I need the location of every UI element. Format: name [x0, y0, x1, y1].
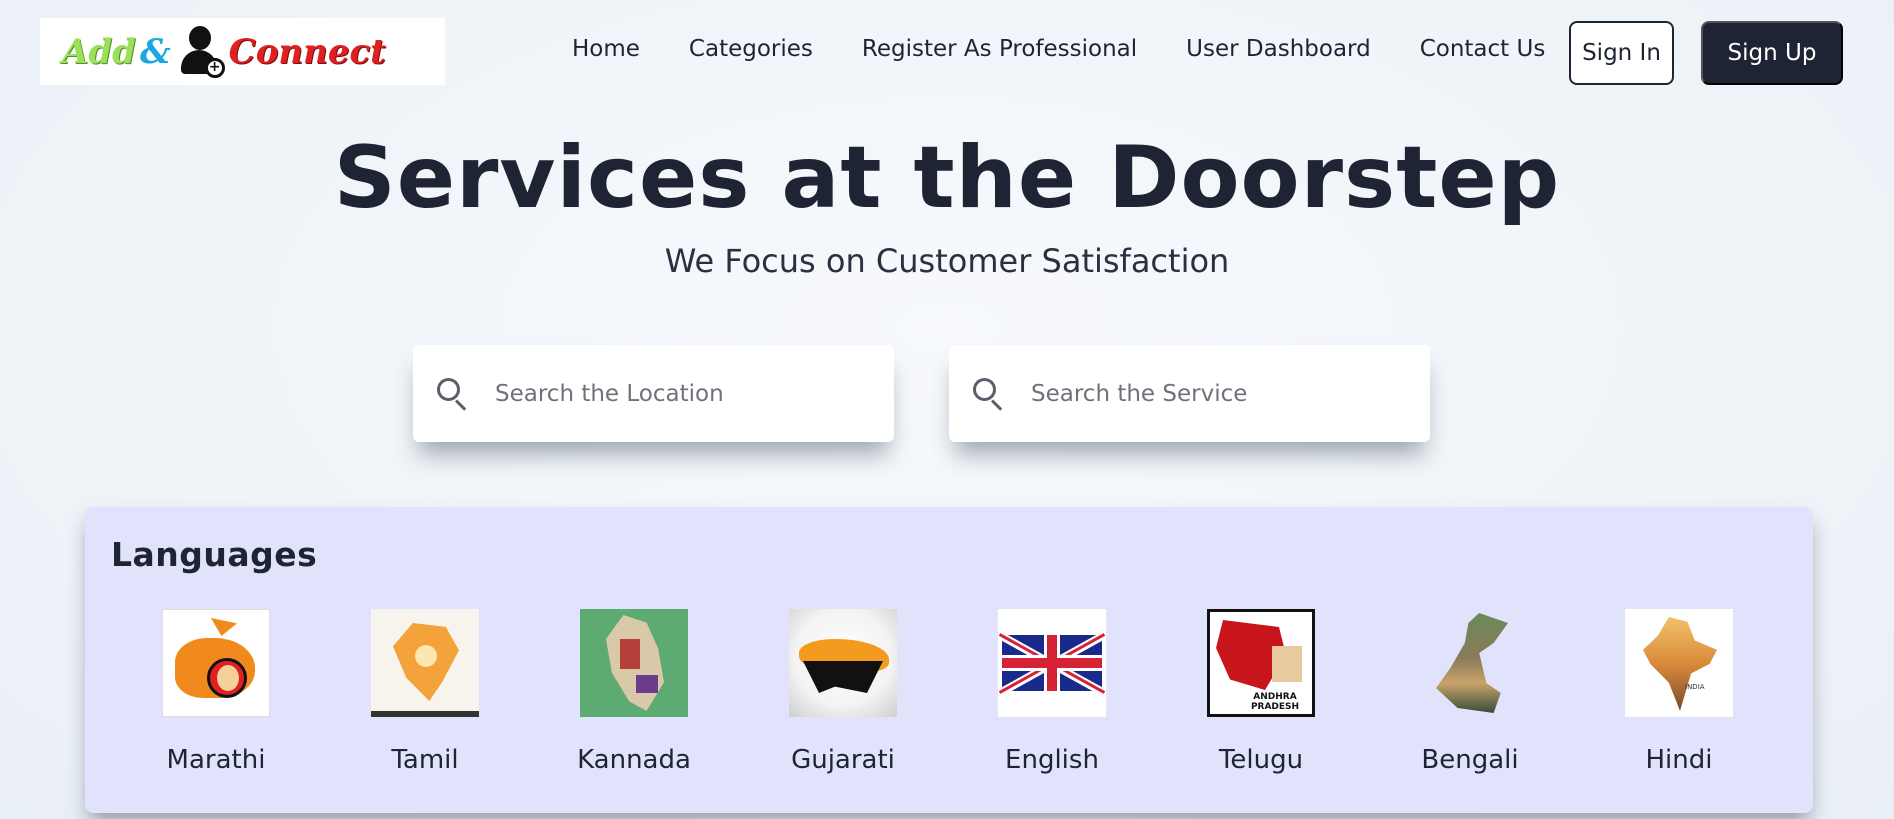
kannada-image — [580, 609, 688, 717]
marathi-image — [162, 609, 270, 717]
tamil-image — [371, 609, 479, 717]
languages-title: Languages — [111, 535, 318, 574]
telugu-image: ANDHRA PRADESH — [1207, 609, 1315, 717]
service-search-input[interactable] — [1031, 380, 1411, 407]
gujarati-image — [789, 609, 897, 717]
search-icon — [437, 377, 469, 411]
sign-up-button[interactable]: Sign Up — [1701, 21, 1843, 85]
hindi-image-caption: INDIA — [1685, 683, 1705, 691]
search-icon — [973, 377, 1005, 411]
nav-home[interactable]: Home — [572, 36, 640, 62]
bengali-image — [1416, 609, 1524, 717]
language-card-marathi[interactable]: Marathi — [136, 609, 296, 775]
nav-contact-us[interactable]: Contact Us — [1420, 36, 1546, 62]
nav-user-dashboard[interactable]: User Dashboard — [1186, 36, 1371, 62]
logo-word-add: Add — [62, 31, 136, 72]
person-add-icon: + — [177, 24, 225, 80]
language-card-tamil[interactable]: Tamil — [345, 609, 505, 775]
language-name: Bengali — [1421, 745, 1519, 775]
location-search-input[interactable] — [495, 380, 875, 407]
language-card-bengali[interactable]: Bengali — [1390, 609, 1550, 775]
language-name: Gujarati — [791, 745, 895, 775]
sign-in-button[interactable]: Sign In — [1569, 21, 1674, 85]
uk-flag-image — [998, 609, 1106, 717]
logo-text: Add & + Connect — [62, 24, 386, 80]
languages-panel: Languages Marathi Tamil Kannada Gujarati — [85, 507, 1813, 813]
nav-categories[interactable]: Categories — [689, 36, 813, 62]
logo-word-connect: Connect — [228, 31, 386, 72]
hindi-image: INDIA — [1625, 609, 1733, 717]
language-card-telugu[interactable]: ANDHRA PRADESH Telugu — [1181, 609, 1341, 775]
telugu-image-caption: ANDHRA PRADESH — [1250, 692, 1300, 712]
nav-register-professional[interactable]: Register As Professional — [862, 36, 1137, 62]
logo-ampersand: & — [139, 31, 171, 72]
language-name: Telugu — [1218, 745, 1304, 775]
language-name: Kannada — [577, 745, 691, 775]
language-name: Tamil — [391, 745, 459, 775]
language-card-gujarati[interactable]: Gujarati — [763, 609, 923, 775]
service-search-box[interactable] — [949, 345, 1430, 442]
location-search-box[interactable] — [413, 345, 894, 442]
language-card-kannada[interactable]: Kannada — [554, 609, 714, 775]
language-card-english[interactable]: English — [972, 609, 1132, 775]
main-nav: Home Categories Register As Professional… — [572, 36, 1594, 62]
logo-plus: + — [204, 57, 225, 78]
language-name: Marathi — [166, 745, 266, 775]
hero-subtitle: We Focus on Customer Satisfaction — [664, 242, 1230, 280]
logo[interactable]: Add & + Connect — [40, 18, 445, 85]
language-name: Hindi — [1645, 745, 1713, 775]
hero-title: Services at the Doorstep — [333, 128, 1561, 228]
language-name: English — [1005, 745, 1099, 775]
language-card-hindi[interactable]: INDIA Hindi — [1599, 609, 1759, 775]
